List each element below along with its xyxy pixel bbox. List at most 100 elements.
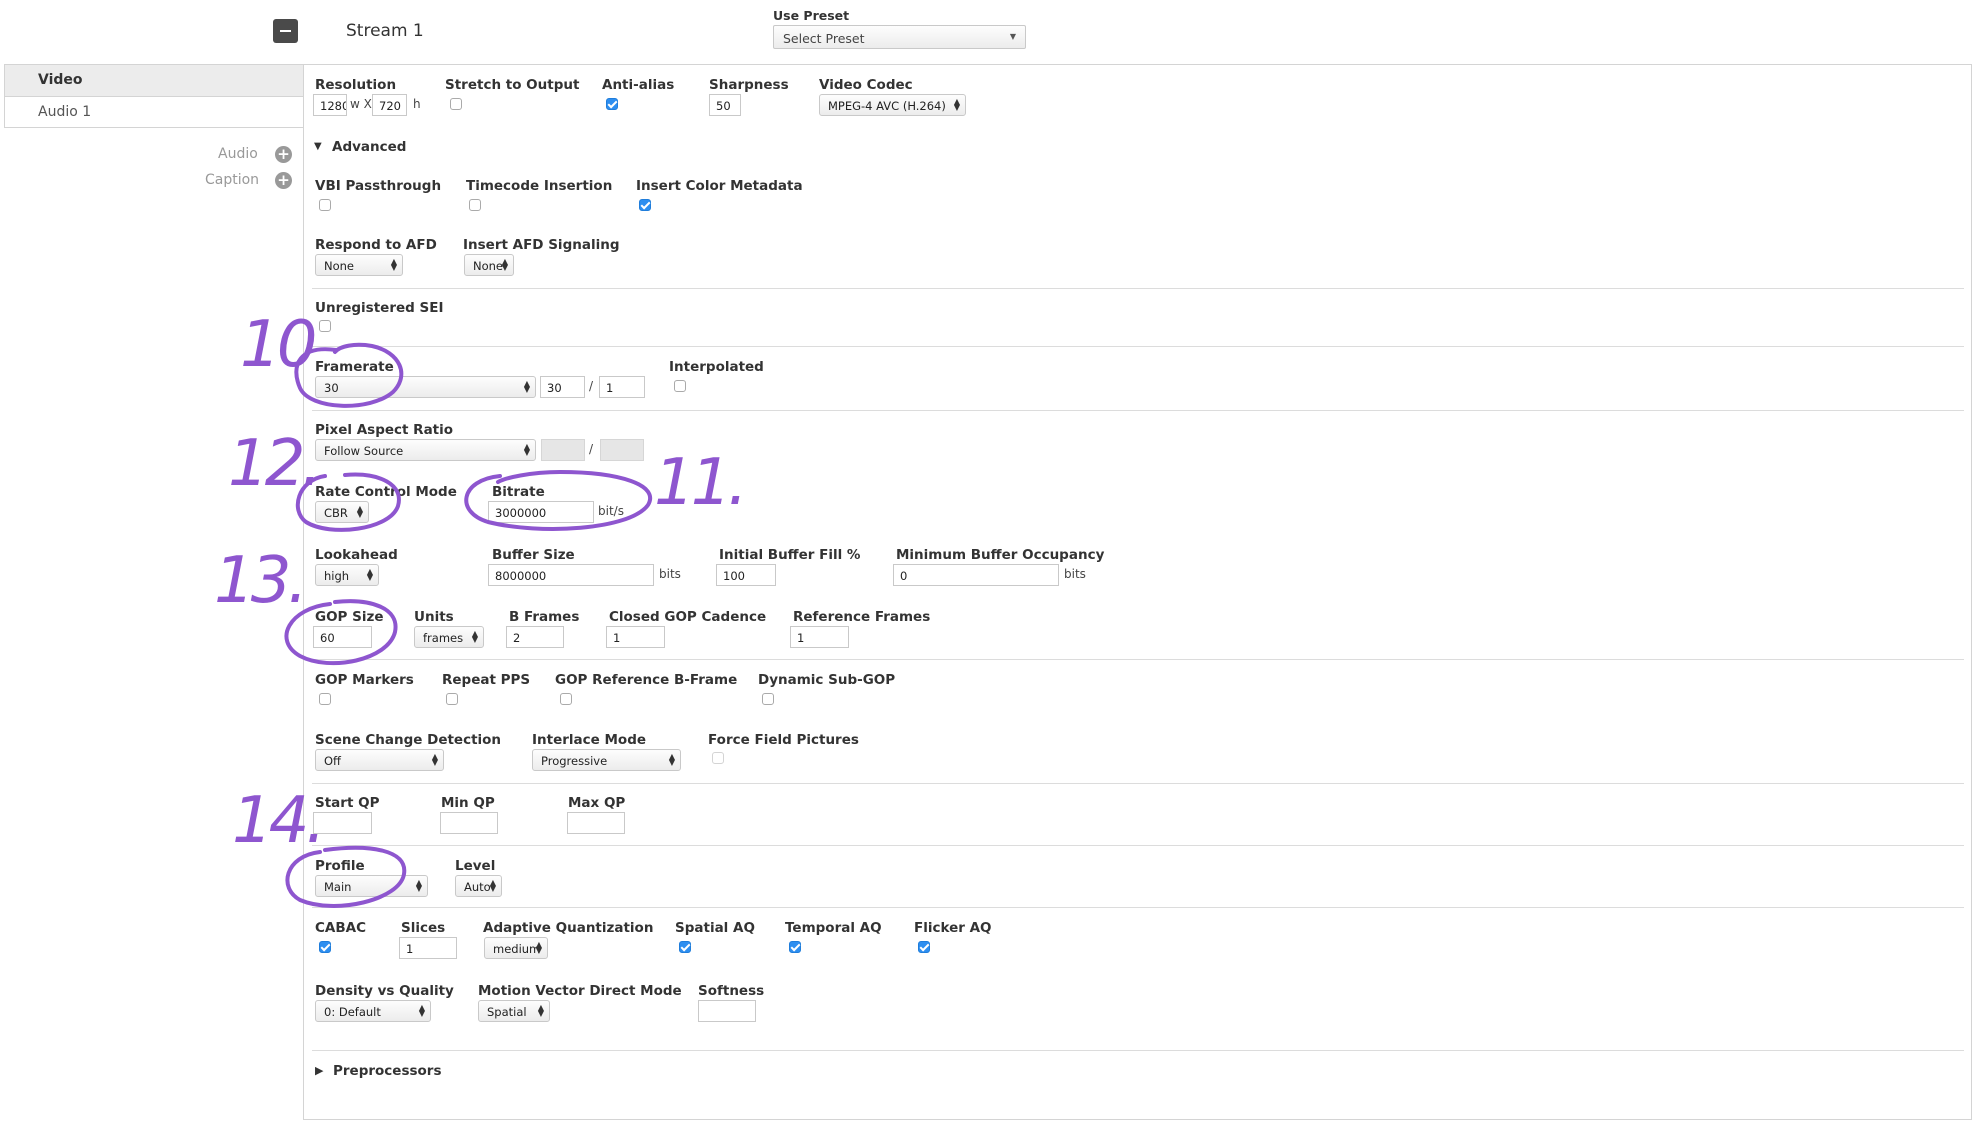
divider: [312, 659, 1964, 660]
gop-markers-checkbox[interactable]: [319, 693, 331, 705]
insert-afd-signaling-select[interactable]: None ▲ ▼: [464, 254, 514, 276]
start-qp-input[interactable]: [313, 812, 372, 834]
repeat-pps-checkbox[interactable]: [446, 693, 458, 705]
annotation-number-11: 11.: [654, 446, 748, 520]
preprocessors-toggle[interactable]: ▶ Preprocessors: [314, 1063, 444, 1081]
closed-gop-cadence-input[interactable]: 1: [606, 626, 665, 648]
rate-control-mode-select[interactable]: CBR ▲ ▼: [315, 501, 369, 523]
anti-alias-checkbox[interactable]: [606, 98, 618, 110]
buffer-size-label: Buffer Size: [492, 547, 575, 563]
select-arrows-icon: ▲ ▼: [535, 940, 542, 955]
select-arrows-icon: ▲ ▼: [523, 442, 530, 457]
flicker-aq-label: Flicker AQ: [914, 920, 992, 936]
timecode-insertion-checkbox[interactable]: [469, 199, 481, 211]
adaptive-quantization-select[interactable]: medium ▲ ▼: [484, 937, 548, 959]
select-arrows-icon: ▲ ▼: [356, 504, 363, 519]
level-select[interactable]: Auto ▲ ▼: [455, 875, 502, 897]
reference-frames-input[interactable]: 1: [790, 626, 849, 648]
dynamic-sub-gop-checkbox[interactable]: [762, 693, 774, 705]
pixel-aspect-ratio-select[interactable]: Follow Source ▲ ▼: [315, 439, 536, 461]
par-denominator-input[interactable]: [600, 439, 644, 461]
flicker-aq-checkbox[interactable]: [918, 941, 930, 953]
initial-buffer-fill-input[interactable]: 100: [716, 564, 776, 586]
level-label: Level: [455, 858, 496, 874]
unregistered-sei-checkbox[interactable]: [319, 320, 331, 332]
triangle-right-icon: ▶: [315, 1064, 324, 1077]
bitrate-label: Bitrate: [492, 484, 545, 500]
closed-gop-cadence-label: Closed GOP Cadence: [609, 609, 767, 625]
scene-change-detection-select[interactable]: Off ▲ ▼: [315, 749, 444, 771]
units-select[interactable]: frames ▲ ▼: [414, 626, 484, 648]
anti-alias-label: Anti-alias: [602, 77, 675, 93]
collapse-stream-button[interactable]: [273, 19, 298, 43]
framerate-select[interactable]: 30 ▲ ▼: [315, 376, 536, 398]
select-arrows-icon: ▲ ▼: [489, 878, 496, 893]
video-codec-select[interactable]: MPEG-4 AVC (H.264) ▲ ▼: [819, 94, 966, 116]
b-frames-input[interactable]: 2: [506, 626, 564, 648]
annotation-number-12: 12.: [228, 427, 322, 501]
gop-size-input[interactable]: 60: [313, 626, 372, 648]
annotation-number-14: 14.: [232, 784, 326, 858]
tab-audio-1[interactable]: Audio 1: [4, 96, 304, 128]
max-qp-input[interactable]: [567, 812, 625, 834]
bitrate-input[interactable]: 3000000: [488, 501, 594, 523]
vbi-passthrough-checkbox[interactable]: [319, 199, 331, 211]
softness-input[interactable]: [698, 1000, 756, 1022]
advanced-toggle[interactable]: ▼ Advanced: [314, 139, 406, 157]
framerate-numerator-input[interactable]: 30: [540, 376, 585, 398]
preset-select[interactable]: Select Preset ▼: [773, 25, 1026, 49]
units-label: Units: [414, 609, 454, 625]
density-vs-quality-select[interactable]: 0: Default ▲ ▼: [315, 1000, 431, 1022]
sharpness-input[interactable]: 50: [709, 94, 741, 116]
spatial-aq-label: Spatial AQ: [675, 920, 755, 936]
b-frames-label: B Frames: [509, 609, 580, 625]
minimum-buffer-occupancy-label: Minimum Buffer Occupancy: [896, 547, 1105, 563]
insert-color-metadata-checkbox[interactable]: [639, 199, 651, 211]
slices-input[interactable]: 1: [399, 937, 457, 959]
add-caption-icon[interactable]: +: [275, 172, 292, 189]
minimum-buffer-occupancy-input[interactable]: 0: [893, 564, 1059, 586]
select-arrows-icon: ▲ ▼: [366, 567, 373, 582]
slices-label: Slices: [401, 920, 446, 936]
add-audio-icon[interactable]: +: [275, 146, 292, 163]
spatial-aq-checkbox[interactable]: [679, 941, 691, 953]
buffer-size-unit: bits: [659, 567, 681, 581]
gop-reference-b-frame-checkbox[interactable]: [560, 693, 572, 705]
interpolated-checkbox[interactable]: [674, 380, 686, 392]
max-qp-label: Max QP: [568, 795, 626, 811]
select-arrows-icon: ▲ ▼: [668, 752, 675, 767]
motion-vector-direct-mode-select[interactable]: Spatial ▲ ▼: [478, 1000, 550, 1022]
framerate-denominator-input[interactable]: 1: [599, 376, 645, 398]
min-qp-input[interactable]: [440, 812, 498, 834]
select-arrows-icon: ▲ ▼: [501, 257, 508, 272]
interlace-mode-select[interactable]: Progressive ▲ ▼: [532, 749, 681, 771]
minus-icon: [280, 30, 291, 32]
lookahead-select[interactable]: high ▲ ▼: [315, 564, 379, 586]
add-audio-label[interactable]: Audio: [218, 146, 258, 162]
tab-video[interactable]: Video: [4, 65, 303, 96]
cabac-checkbox[interactable]: [319, 941, 331, 953]
buffer-size-input[interactable]: 8000000: [488, 564, 654, 586]
sharpness-label: Sharpness: [709, 77, 789, 93]
stretch-to-output-checkbox[interactable]: [450, 98, 462, 110]
select-arrows-icon: ▲ ▼: [523, 379, 530, 394]
divider: [312, 783, 1964, 784]
temporal-aq-checkbox[interactable]: [789, 941, 801, 953]
stream-title: Stream 1: [346, 21, 424, 41]
pixel-aspect-ratio-label: Pixel Aspect Ratio: [315, 422, 454, 438]
resolution-width-input[interactable]: 1280: [313, 94, 347, 116]
select-arrows-icon: ▲ ▼: [431, 752, 438, 767]
preprocessors-label: Preprocessors: [333, 1063, 442, 1079]
divider: [312, 346, 1964, 347]
resolution-label: Resolution: [315, 77, 397, 93]
profile-select[interactable]: Main ▲ ▼: [315, 875, 428, 897]
triangle-down-icon: ▼: [314, 141, 322, 152]
tab-audio-1-label: Audio 1: [38, 104, 92, 120]
force-field-pictures-checkbox[interactable]: [712, 752, 724, 764]
respond-to-afd-select[interactable]: None ▲ ▼: [315, 254, 403, 276]
par-numerator-input[interactable]: [541, 439, 585, 461]
resolution-height-input[interactable]: 720: [372, 94, 407, 116]
par-slash: /: [589, 442, 594, 456]
interlace-mode-label: Interlace Mode: [532, 732, 647, 748]
add-caption-label[interactable]: Caption: [205, 172, 259, 188]
